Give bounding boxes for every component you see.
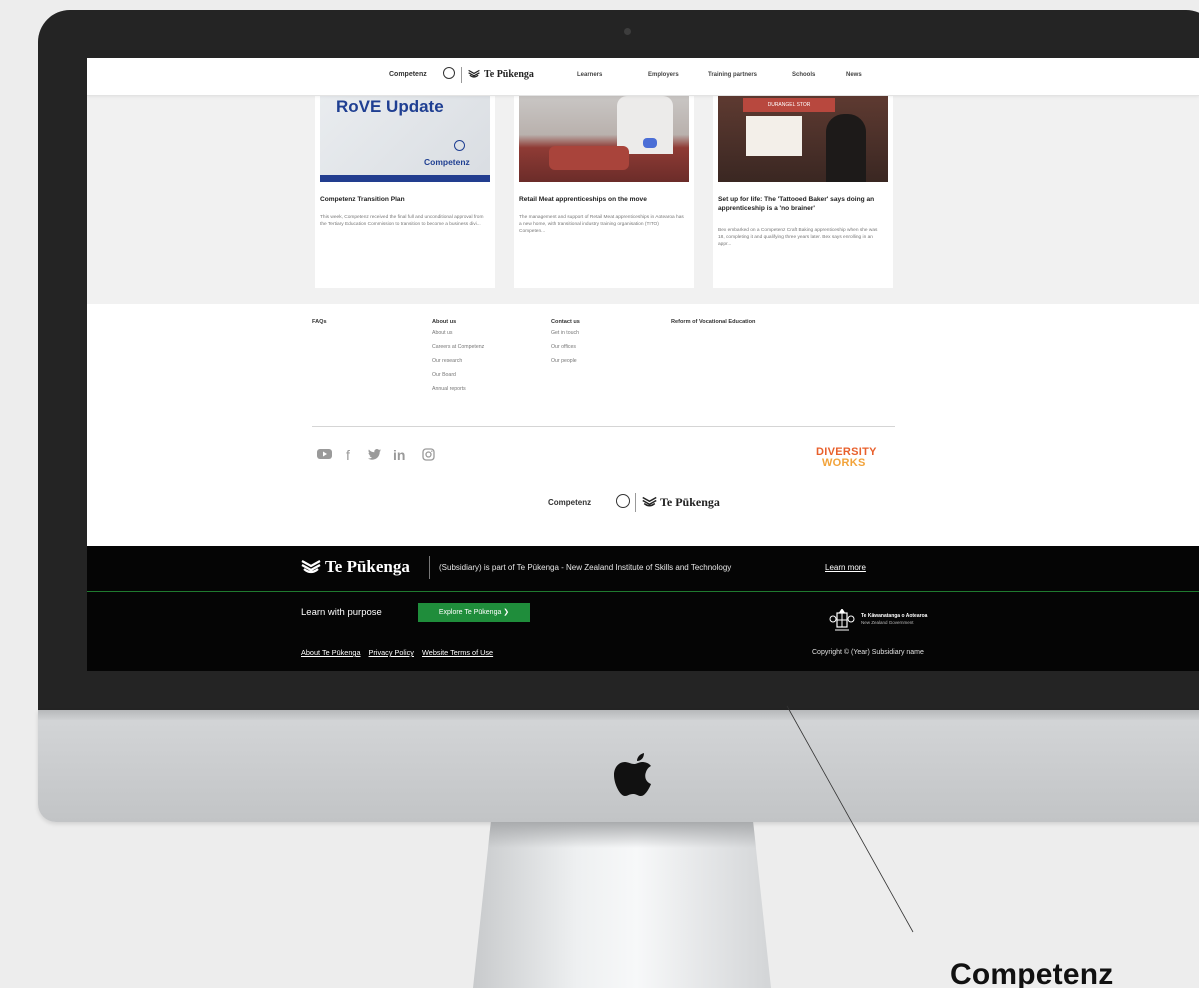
- caption-title: Competenz: [950, 958, 1114, 988]
- te-pukenga-icon: [468, 69, 480, 78]
- site-header: Competenz Te Pūkenga Learners Employers …: [87, 58, 1199, 96]
- header-competenz-logo[interactable]: Competenz: [389, 71, 427, 78]
- nav-learners[interactable]: Learners: [577, 72, 602, 78]
- nav-schools[interactable]: Schools: [792, 72, 815, 78]
- competenz-mark-icon: [443, 67, 455, 79]
- nav-training-partners[interactable]: Training partners: [708, 72, 757, 78]
- header-divider: [461, 67, 462, 83]
- callout-pointer-line: [786, 705, 914, 933]
- header-te-pukenga-logo[interactable]: Te Pūkenga: [484, 69, 534, 80]
- nav-news[interactable]: News: [846, 72, 862, 78]
- nav-employers[interactable]: Employers: [648, 72, 679, 78]
